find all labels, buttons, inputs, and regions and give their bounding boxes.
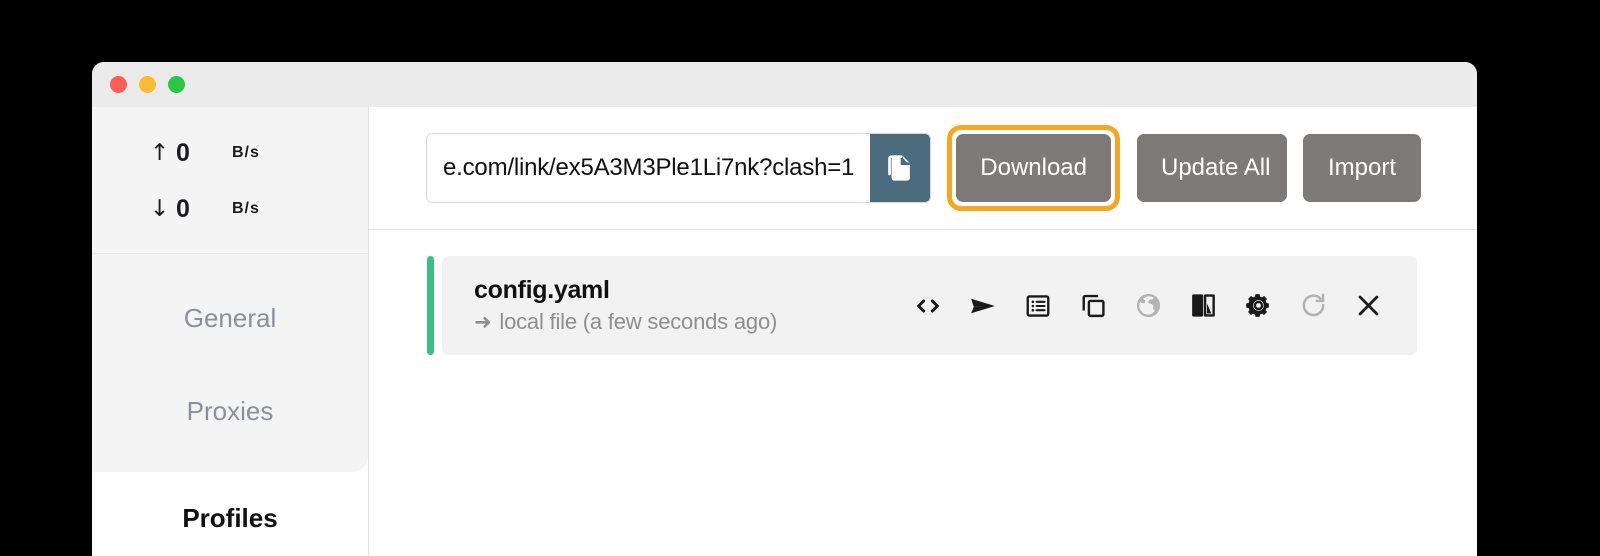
close-window-button[interactable]	[110, 76, 127, 93]
sidebar-item-proxies-label: Proxies	[186, 396, 274, 426]
download-speed-row: ↓ 0 B/s	[92, 181, 368, 237]
sidebar-nav-group-top: General Proxies	[92, 254, 368, 472]
sidebar-item-profiles[interactable]: Profiles	[92, 472, 368, 556]
speed-panel: ↑ 0 B/s ↓ 0 B/s	[92, 107, 368, 254]
close-icon[interactable]	[1353, 291, 1383, 321]
copy-icon[interactable]	[1078, 291, 1108, 321]
update-all-button[interactable]: Update All	[1137, 134, 1287, 202]
sidebar-item-profiles-label: Profiles	[182, 503, 278, 533]
refresh-icon[interactable]	[1298, 291, 1328, 321]
window-titlebar	[92, 62, 1477, 107]
code-icon[interactable]	[913, 291, 943, 321]
app-window: ↑ 0 B/s ↓ 0 B/s General Proxies Profiles…	[92, 62, 1477, 556]
url-field-group	[427, 134, 931, 202]
traffic-lights	[110, 76, 185, 93]
profile-card-body: config.yaml ➜ local file (a few seconds …	[442, 256, 1417, 355]
gear-icon[interactable]	[1243, 291, 1273, 321]
download-speed-value: 0	[176, 194, 190, 223]
maximize-window-button[interactable]	[168, 76, 185, 93]
upload-speed-value: 0	[176, 138, 190, 167]
sidebar-item-general-label: General	[183, 303, 277, 333]
arrow-right-icon: ➜	[474, 310, 492, 335]
profile-card[interactable]: config.yaml ➜ local file (a few seconds …	[427, 256, 1417, 355]
profiles-toolbar: Download Update All Import	[369, 107, 1477, 230]
profile-status-accent	[427, 256, 434, 355]
profile-actions	[913, 291, 1383, 321]
profiles-list: config.yaml ➜ local file (a few seconds …	[369, 230, 1477, 355]
main-pane: Download Update All Import config.yaml ➜	[369, 107, 1477, 556]
profile-url-input[interactable]	[427, 134, 871, 202]
globe-icon[interactable]	[1133, 291, 1163, 321]
screenshot-root: ↑ 0 B/s ↓ 0 B/s General Proxies Profiles…	[0, 0, 1600, 556]
profile-source-row: ➜ local file (a few seconds ago)	[474, 309, 913, 335]
sidebar-item-proxies[interactable]: Proxies	[92, 365, 368, 458]
download-button[interactable]: Download	[956, 134, 1111, 202]
download-speed-unit: B/s	[232, 200, 260, 217]
sidebar-active-region: Profiles	[92, 472, 368, 556]
profile-name: config.yaml	[474, 275, 610, 304]
copy-url-button[interactable]	[870, 134, 931, 202]
copy-icon	[883, 151, 917, 185]
upload-speed-unit: B/s	[232, 144, 260, 161]
window-body: ↑ 0 B/s ↓ 0 B/s General Proxies Profiles…	[92, 107, 1477, 556]
download-button-highlight: Download	[947, 125, 1120, 211]
send-icon[interactable]	[968, 291, 998, 321]
profile-source-label: local file (a few seconds ago)	[499, 309, 778, 335]
book-icon[interactable]	[1188, 291, 1218, 321]
minimize-window-button[interactable]	[139, 76, 156, 93]
arrow-down-icon: ↓	[150, 195, 170, 222]
arrow-up-icon: ↑	[150, 139, 170, 166]
sidebar-item-general[interactable]: General	[92, 272, 368, 365]
profile-card-text: config.yaml ➜ local file (a few seconds …	[474, 276, 913, 336]
sidebar: ↑ 0 B/s ↓ 0 B/s General Proxies Profiles	[92, 107, 369, 556]
import-button[interactable]: Import	[1303, 134, 1421, 202]
list-icon[interactable]	[1023, 291, 1053, 321]
upload-speed-row: ↑ 0 B/s	[92, 125, 368, 181]
